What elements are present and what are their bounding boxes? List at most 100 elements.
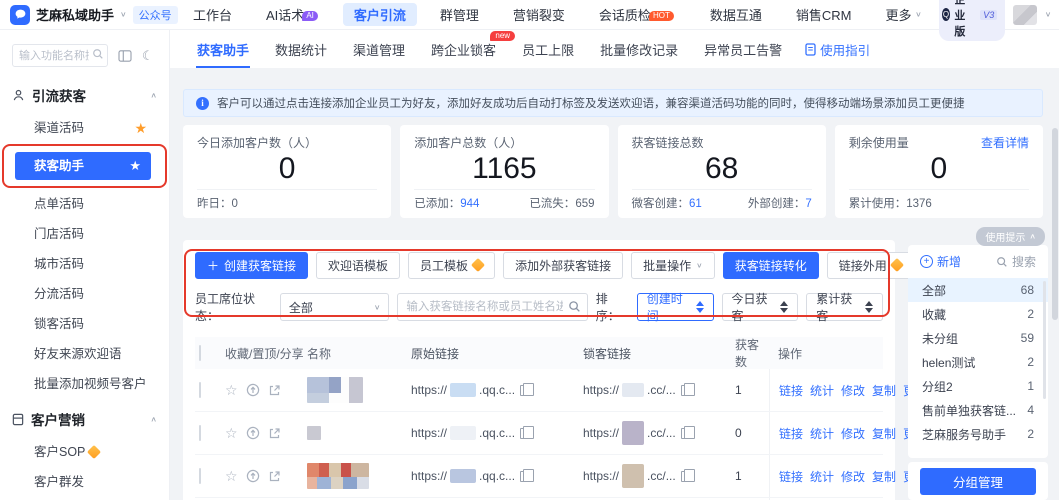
copy-icon[interactable] xyxy=(520,471,529,482)
avatar[interactable] xyxy=(1013,5,1036,25)
group-item-group2[interactable]: 分组21 xyxy=(908,374,1048,398)
chevron-down-icon[interactable]: ∨ xyxy=(1045,10,1052,19)
action-copy[interactable]: 复制 xyxy=(872,425,896,442)
usage-guide-link[interactable]: 使用指引 xyxy=(805,40,870,59)
row-checkbox[interactable] xyxy=(199,425,201,441)
sidebar-item-friend-source-welcome[interactable]: 好友来源欢迎语 xyxy=(0,339,169,369)
dark-mode-moon-icon[interactable]: ☾ xyxy=(142,49,154,62)
share-icon[interactable] xyxy=(268,427,281,440)
nav-item-sales-crm[interactable]: 销售CRM xyxy=(779,0,869,29)
share-icon[interactable] xyxy=(268,470,281,483)
group-manage-button[interactable]: 分组管理 xyxy=(920,468,1036,495)
star-icon[interactable]: ☆ xyxy=(225,383,238,397)
sidebar-item-customer-sop[interactable]: 客户SOP xyxy=(0,437,169,467)
row-checkbox[interactable] xyxy=(199,468,201,484)
tab-channel-management[interactable]: 渠道管理 xyxy=(340,30,418,68)
external-use-button[interactable]: 链接外用 xyxy=(827,252,914,279)
sidebar-item-customer-broadcast[interactable]: 客户群发 xyxy=(0,467,169,497)
group-item-service-assistant[interactable]: 芝麻服务号助手2 xyxy=(908,422,1048,446)
action-edit[interactable]: 修改 xyxy=(841,468,865,485)
tab-acquisition-assistant[interactable]: 获客助手 xyxy=(184,30,262,68)
sidebar-item-lock-code[interactable]: 锁客活码 xyxy=(0,309,169,339)
action-copy[interactable]: 复制 xyxy=(872,382,896,399)
tab-employee-limit[interactable]: 员工上限 xyxy=(509,30,587,68)
share-icon[interactable] xyxy=(268,384,281,397)
chevron-down-icon: ∨ xyxy=(696,261,703,270)
action-edit[interactable]: 修改 xyxy=(841,425,865,442)
copy-icon[interactable] xyxy=(681,385,690,396)
action-stats[interactable]: 统计 xyxy=(810,425,834,442)
link-conversion-button[interactable]: 获客链接转化 xyxy=(723,252,819,279)
pin-top-icon[interactable] xyxy=(246,426,260,440)
copy-icon[interactable] xyxy=(681,471,690,482)
sort-by-today-acquired[interactable]: 今日获客 xyxy=(722,293,799,321)
sidebar-item-store-code[interactable]: 门店活码 xyxy=(0,219,169,249)
chevron-down-icon[interactable]: ∨ xyxy=(120,10,127,19)
add-external-link-button[interactable]: 添加外部获客链接 xyxy=(503,252,623,279)
sidebar-item-acquisition-assistant[interactable]: 获客助手★ xyxy=(15,152,151,180)
star-icon[interactable]: ☆ xyxy=(225,469,238,483)
sidebar-section-acquisition[interactable]: 引流获客 ∧ xyxy=(0,75,169,113)
sidebar-item-batch-add-video-customers[interactable]: 批量添加视频号客户 xyxy=(0,369,169,399)
favorite-star-icon[interactable]: ★ xyxy=(129,152,141,180)
copy-icon[interactable] xyxy=(520,385,529,396)
groups-scrollbar[interactable] xyxy=(1043,281,1046,399)
page-scrollbar-thumb[interactable] xyxy=(1052,128,1058,320)
create-link-button[interactable]: ＋创建获客链接 xyxy=(195,252,308,279)
stat-card-remaining-usage: 剩余使用量 查看详情 0 累计使用：1376 xyxy=(835,125,1043,218)
sidebar-item-split-code[interactable]: 分流活码 xyxy=(0,279,169,309)
group-item-ungrouped[interactable]: 未分组59 xyxy=(908,326,1048,350)
action-stats[interactable]: 统计 xyxy=(810,468,834,485)
collapse-tips-pill[interactable]: 使用提示∧ xyxy=(976,227,1045,246)
nav-item-more[interactable]: 更多 ∨ xyxy=(868,0,938,29)
action-copy[interactable]: 复制 xyxy=(872,468,896,485)
nav-item-marketing-fission[interactable]: 营销裂变 xyxy=(496,0,582,29)
group-item-all[interactable]: 全部68 xyxy=(908,278,1048,302)
tab-abnormal-employee-alert[interactable]: 异常员工告警 xyxy=(691,30,795,68)
tab-cross-enterprise-lock[interactable]: 跨企业锁客new xyxy=(418,30,509,68)
group-item-favorites[interactable]: 收藏2 xyxy=(908,302,1048,326)
copy-icon[interactable] xyxy=(681,428,690,439)
nav-item-customer-acquisition[interactable]: 客户引流 xyxy=(337,0,423,29)
favorite-star-icon[interactable]: ★ xyxy=(134,113,147,143)
edition-badge[interactable]: Q 企业版 V3 xyxy=(939,0,1006,41)
batch-operations-button[interactable]: 批量操作∨ xyxy=(631,252,715,279)
sidebar-item-city-code[interactable]: 城市活码 xyxy=(0,249,169,279)
channel-tag[interactable]: 公众号 xyxy=(133,6,178,24)
table-row: ☆ https://.qq.c... https://.cc/... 1 链接 … xyxy=(195,455,883,498)
sidebar-item-channel-code[interactable]: 渠道活码★ xyxy=(0,113,169,143)
nav-item-session-quality[interactable]: 会话质检HOT xyxy=(582,0,693,29)
action-link[interactable]: 链接 xyxy=(779,425,803,442)
link-search-input[interactable] xyxy=(397,293,587,321)
welcome-template-button[interactable]: 欢迎语模板 xyxy=(316,252,400,279)
action-link[interactable]: 链接 xyxy=(779,468,803,485)
sort-by-total-acquired[interactable]: 累计获客 xyxy=(806,293,883,321)
action-link[interactable]: 链接 xyxy=(779,382,803,399)
action-edit[interactable]: 修改 xyxy=(841,382,865,399)
tab-batch-edit-records[interactable]: 批量修改记录 xyxy=(587,30,691,68)
sort-by-created-time[interactable]: 创建时间 xyxy=(637,293,714,321)
group-item-presales-links[interactable]: 售前单独获客链...4 xyxy=(908,398,1048,422)
employee-template-button[interactable]: 员工模板 xyxy=(408,252,495,279)
tab-data-statistics[interactable]: 数据统计 xyxy=(262,30,340,68)
seat-status-select[interactable]: 全部∨ xyxy=(280,293,390,321)
view-details-link[interactable]: 查看详情 xyxy=(981,134,1029,151)
nav-item-ai-script[interactable]: AI话术AI xyxy=(249,0,337,29)
row-checkbox[interactable] xyxy=(199,382,201,398)
add-group-button[interactable]: + 新增 xyxy=(920,253,961,270)
action-stats[interactable]: 统计 xyxy=(810,382,834,399)
sidebar-section-marketing[interactable]: 客户营销 ∧ xyxy=(0,399,169,437)
select-all-checkbox[interactable] xyxy=(199,345,201,361)
group-search-button[interactable]: 搜索 xyxy=(996,253,1036,270)
filter-row: 员工席位状态： 全部∨ 排序： 创建时间 今日获客 累计获客 xyxy=(195,290,883,324)
copy-icon[interactable] xyxy=(520,428,529,439)
sidebar-item-order-code[interactable]: 点单活码 xyxy=(0,189,169,219)
star-icon[interactable]: ☆ xyxy=(225,426,238,440)
nav-item-workbench[interactable]: 工作台 xyxy=(176,0,249,29)
pin-top-icon[interactable] xyxy=(246,383,260,397)
pin-top-icon[interactable] xyxy=(246,469,260,483)
collapse-sidebar-icon[interactable] xyxy=(118,50,132,62)
group-item-helen-test[interactable]: helen测试2 xyxy=(908,350,1048,374)
nav-item-data-interchange[interactable]: 数据互通 xyxy=(693,0,779,29)
nav-item-group-management[interactable]: 群管理 xyxy=(423,0,496,29)
